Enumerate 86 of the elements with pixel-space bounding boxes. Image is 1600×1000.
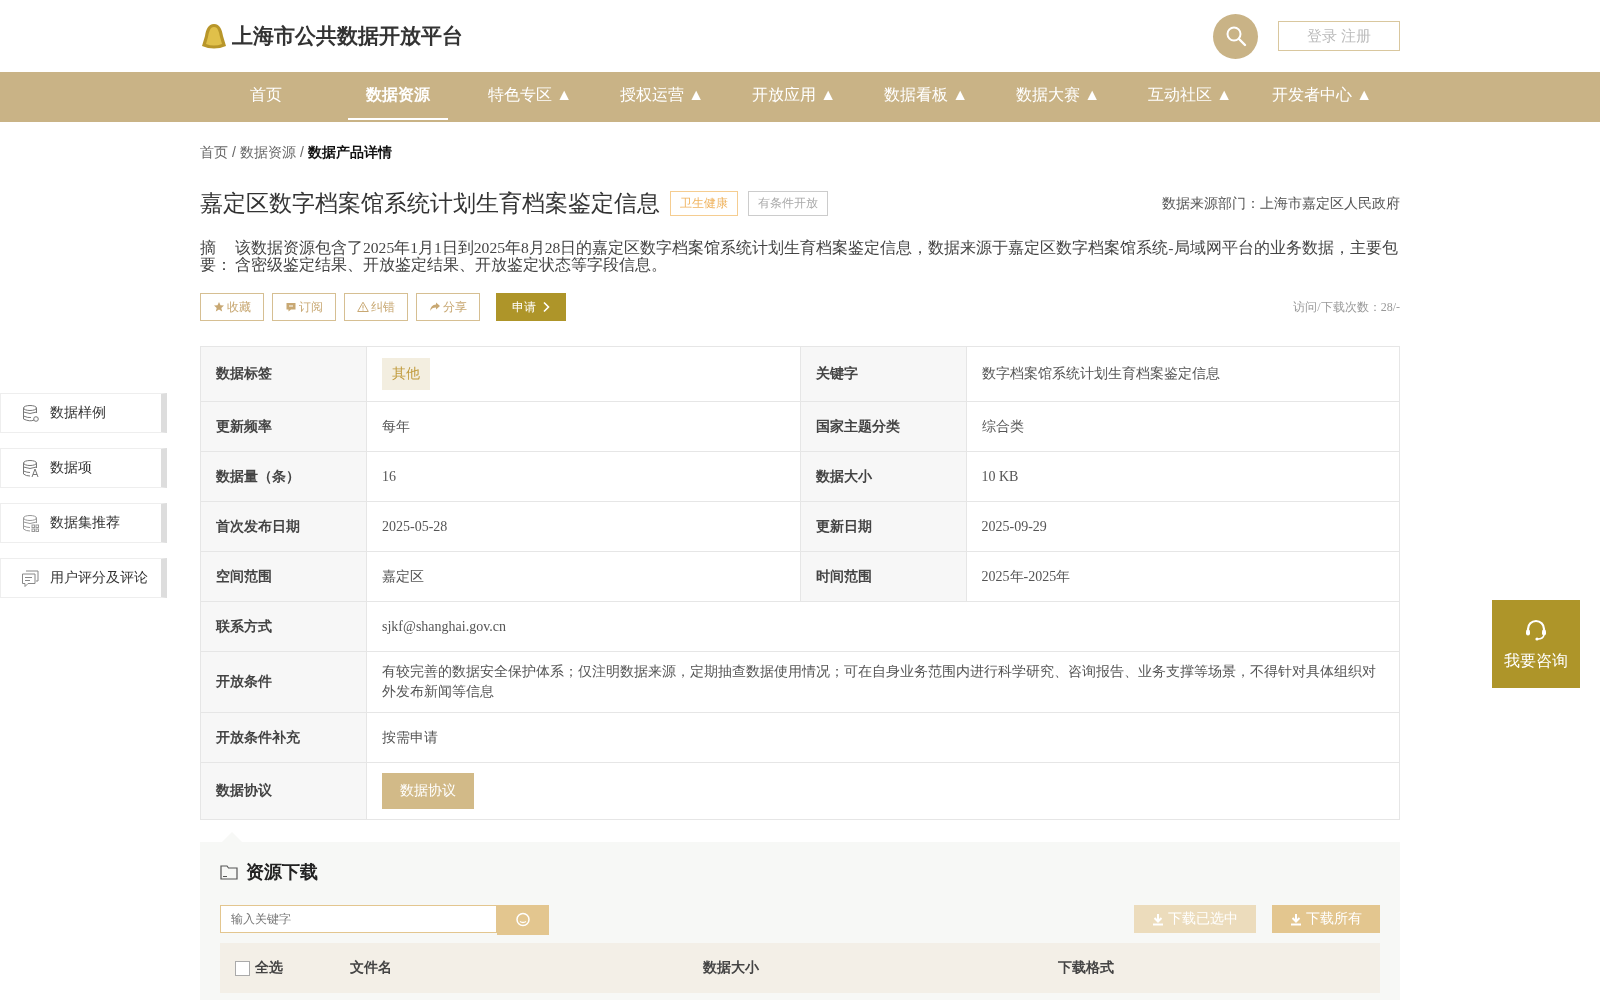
field-label: 开放条件	[201, 652, 367, 712]
site-title: 上海市公共数据开放平台	[232, 23, 463, 49]
field-value: 10 KB	[966, 452, 1400, 501]
speech-bubble-icon	[285, 301, 297, 313]
field-label: 数据大小	[800, 452, 967, 501]
column-header: 全选	[255, 959, 283, 977]
access-tag: 有条件开放	[748, 191, 828, 216]
visit-count: 访问/下载次数：28/-	[1293, 298, 1400, 316]
data-tag: 其他	[382, 358, 430, 390]
field-value: 2025-05-28	[367, 502, 801, 551]
abstract-label: 摘要：	[200, 239, 233, 273]
field-label: 空间范围	[201, 552, 367, 601]
field-label: 关键字	[800, 347, 967, 401]
breadcrumb-link[interactable]: 首页	[200, 144, 228, 162]
chevron-right-icon	[542, 301, 550, 313]
field-label: 首次发布日期	[201, 502, 367, 551]
field-label: 数据量（条）	[201, 452, 367, 501]
field-value: 嘉定区	[367, 552, 801, 601]
field-label: 更新频率	[201, 402, 367, 451]
breadcrumb-link[interactable]: 数据资源	[239, 144, 296, 162]
login-button[interactable]: 登录 注册	[1278, 21, 1400, 51]
nav-tab[interactable]: 数据看板 ▲	[860, 72, 992, 120]
search-button[interactable]	[497, 905, 549, 935]
download-button[interactable]: 下载所有	[1272, 905, 1380, 933]
search-button[interactable]	[1213, 13, 1258, 59]
field-label: 时间范围	[800, 552, 967, 601]
dataset-title: 嘉定区数字档案馆系统计划生育档案鉴定信息	[200, 189, 660, 218]
field-label: 国家主题分类	[800, 402, 967, 451]
breadcrumb-current: 数据产品详情	[307, 144, 392, 162]
nav-tab[interactable]: 开放应用 ▲	[728, 72, 860, 120]
nav-tab[interactable]: 首页	[200, 72, 332, 120]
folder-icon	[220, 864, 238, 880]
side-menu-item[interactable]: 数据项	[0, 448, 167, 488]
warning-icon	[357, 301, 369, 313]
search-icon	[1224, 25, 1247, 47]
agreement-button[interactable]: 数据协议	[382, 773, 474, 809]
search-icon	[515, 912, 531, 928]
search-field[interactable]: 输入关键字	[220, 905, 497, 933]
field-value: sjkf@shanghai.gov.cn	[367, 602, 1400, 651]
database-letter-icon	[21, 458, 40, 478]
field-label: 更新日期	[800, 502, 967, 551]
field-value: 每年	[367, 402, 801, 451]
star-icon	[213, 301, 225, 313]
field-value: 2025-09-29	[966, 502, 1400, 551]
nav-tab[interactable]: 授权运营 ▲	[596, 72, 728, 120]
side-menu-item[interactable]: 用户评分及评论	[0, 558, 167, 598]
chat-icon	[21, 568, 40, 588]
column-header: 数据大小	[703, 959, 759, 977]
field-value: 综合类	[966, 402, 1400, 451]
column-header: 文件名	[350, 959, 392, 977]
field-value: 2025年-2025年	[966, 552, 1400, 601]
nav-tab[interactable]: 开发者中心 ▲	[1256, 72, 1388, 120]
field-label: 联系方式	[201, 602, 367, 651]
nav-tab[interactable]: 互动社区 ▲	[1124, 72, 1256, 120]
subscribe-button[interactable]: 订阅	[272, 293, 336, 321]
download-icon	[1152, 912, 1164, 926]
side-menu-item[interactable]: 数据集推荐	[0, 503, 167, 543]
source-department: 数据来源部门：上海市嘉定区人民政府	[1162, 194, 1400, 213]
share-arrow-icon	[429, 301, 441, 313]
share-button[interactable]: 分享	[416, 293, 480, 321]
database-grid-icon	[21, 513, 40, 533]
section-title: 资源下载	[246, 861, 318, 884]
nav-tab[interactable]: 数据资源	[348, 72, 448, 120]
side-menu-item[interactable]: 数据样例	[0, 393, 167, 433]
field-value: 按需申请	[367, 713, 1400, 762]
consult-button[interactable]: 我要咨询	[1492, 600, 1580, 688]
field-value: 数字档案馆系统计划生育档案鉴定信息	[966, 347, 1400, 401]
checkbox[interactable]	[235, 960, 250, 976]
field-label: 开放条件补充	[201, 713, 367, 762]
field-value: 16	[367, 452, 801, 501]
nav-tab[interactable]: 特色专区 ▲	[464, 72, 596, 120]
category-tag: 卫生健康	[670, 191, 738, 216]
star-button[interactable]: 收藏	[200, 293, 264, 321]
nav-tab[interactable]: 数据大赛 ▲	[992, 72, 1124, 120]
breadcrumb-separator: /	[232, 144, 236, 162]
field-label: 数据标签	[201, 347, 367, 401]
abstract-text: 该数据资源包含了2025年1月1日到2025年8月28日的嘉定区数字档案馆系统计划生育档案鉴定信息，数据来源于嘉定区数字档案馆系统-局域网平台的业务数据，主要包含密级鉴定结果、开放鉴定结果、开放鉴定状态等字段信息。	[235, 239, 1399, 273]
field-label: 数据协议	[201, 763, 367, 819]
column-header: 下载格式	[1058, 959, 1114, 977]
warning-button[interactable]: 纠错	[344, 293, 408, 321]
apply-button[interactable]: 申请	[496, 293, 566, 321]
database-gear-icon	[21, 403, 40, 423]
breadcrumb-separator: /	[299, 144, 304, 162]
field-value: 有较完善的数据安全保护体系；仅注明数据来源，定期抽查数据使用情况；可在自身业务范围内进行科学研究、咨询报告、业务支撑等场景，不得针对具体组织对外发布新闻等信息	[367, 652, 1400, 712]
logo-icon	[200, 22, 228, 50]
download-icon	[1290, 912, 1302, 926]
